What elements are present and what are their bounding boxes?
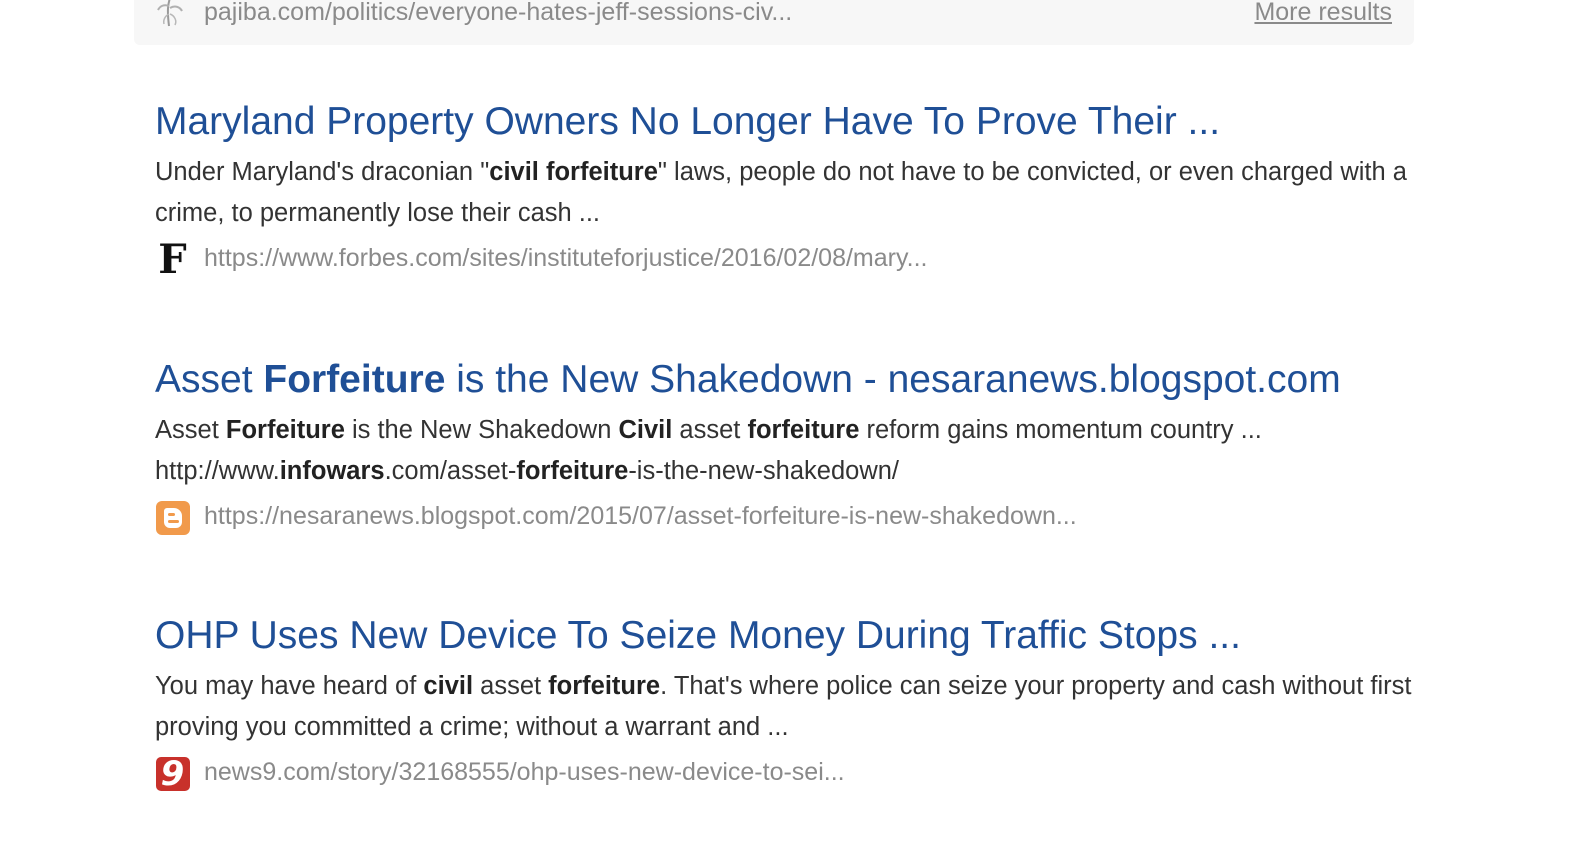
result-url[interactable]: https://www.forbes.com/sites/institutefo… [204,244,927,273]
related-result-url[interactable]: pajiba.com/politics/everyone-hates-jeff-… [204,0,792,27]
result-url[interactable]: news9.com/story/32168555/ohp-uses-new-de… [204,758,845,787]
search-result: Maryland Property Owners No Longer Have … [155,98,1415,280]
result-title-link[interactable]: OHP Uses New Device To Seize Money Durin… [155,612,1415,660]
result-title-link[interactable]: Asset Forfeiture is the New Shakedown - … [155,356,1415,404]
search-result: OHP Uses New Device To Seize Money Durin… [155,612,1415,794]
news9-favicon-icon: 9 [155,756,190,791]
blogger-favicon-icon [155,500,190,535]
result-url[interactable]: https://nesaranews.blogspot.com/2015/07/… [204,502,1077,531]
forbes-favicon-icon: F [158,235,187,283]
result-snippet: Asset Forfeiture is the New Shakedown Ci… [155,416,1262,485]
result-snippet: Under Maryland's draconian "civil forfei… [155,158,1407,227]
pajiba-favicon-icon [154,0,186,28]
result-source: https://nesaranews.blogspot.com/2015/07/… [155,496,1415,538]
search-results-page: pajiba.com/politics/everyone-hates-jeff-… [0,0,1591,850]
related-results-card: pajiba.com/politics/everyone-hates-jeff-… [134,0,1414,45]
more-results-link[interactable]: More results [1254,0,1392,27]
search-result: Asset Forfeiture is the New Shakedown - … [155,356,1415,538]
result-title-link[interactable]: Maryland Property Owners No Longer Have … [155,98,1415,146]
result-source: 9 news9.com/story/32168555/ohp-uses-new-… [155,752,1415,794]
result-snippet: You may have heard of civil asset forfei… [155,672,1412,741]
result-source: F https://www.forbes.com/sites/institute… [155,238,1415,280]
